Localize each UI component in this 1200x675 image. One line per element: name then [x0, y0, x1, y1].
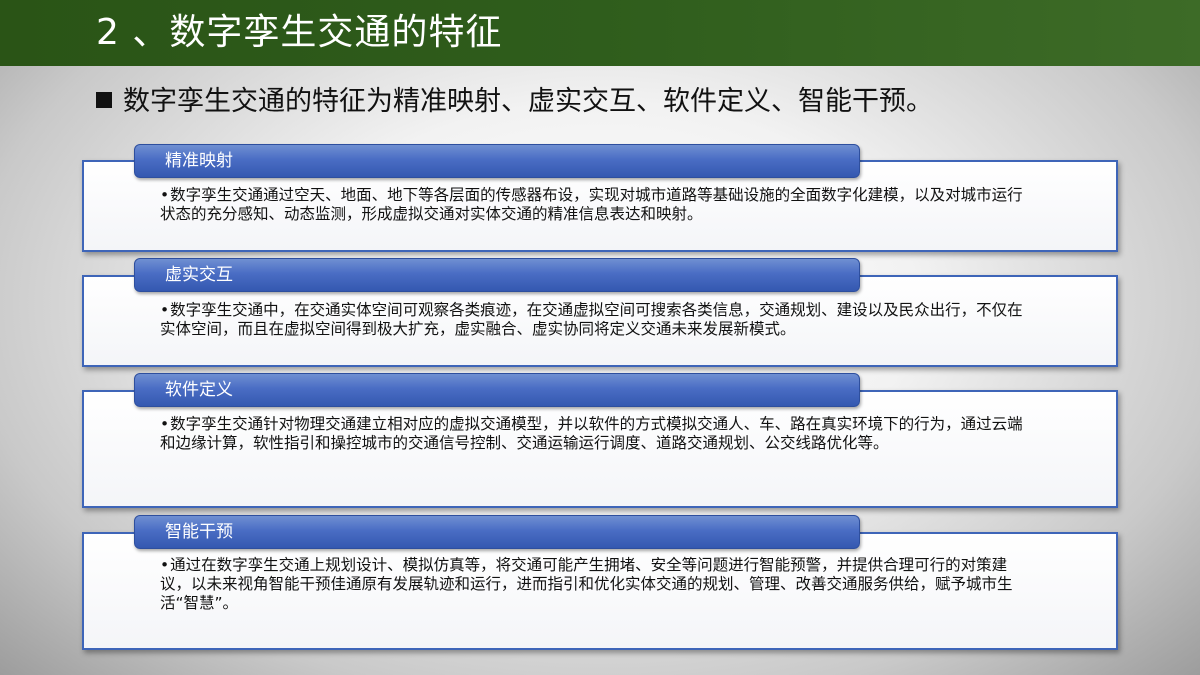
bullet-dot-icon: • [160, 186, 170, 204]
bullet-dot-icon: • [160, 301, 170, 319]
feature-label-intelligent-intervention: 智能干预 [134, 515, 860, 549]
slide-subtitle: 数字孪生交通的特征为精准映射、虚实交互、软件定义、智能干预。 [96, 80, 933, 124]
feature-text-virtual-real-interaction: •数字孪生交通中，在交通实体空间可观察各类痕迹，在交通虚拟空间可搜索各类信息，交… [160, 301, 1023, 338]
title-bar: 2 、数字孪生交通的特征 [0, 0, 1200, 66]
feature-text-precise-mapping: •数字孪生交通通过空天、地面、地下等各层面的传感器布设，实现对城市道路等基础设施… [160, 186, 1023, 223]
feature-label-precise-mapping: 精准映射 [134, 144, 860, 178]
slide-title: 2 、数字孪生交通的特征 [96, 12, 503, 53]
bullet-dot-icon: • [160, 415, 170, 433]
subtitle-text: 数字孪生交通的特征为精准映射、虚实交互、软件定义、智能干预。 [123, 86, 933, 117]
bullet-dot-icon: • [160, 556, 170, 574]
feature-text-intelligent-intervention: •通过在数字孪生交通上规划设计、模拟仿真等，将交通可能产生拥堵、安全等问题进行智… [160, 556, 1013, 612]
feature-label-software-defined: 软件定义 [134, 373, 860, 407]
square-bullet-icon [96, 92, 112, 108]
feature-text-software-defined: •数字孪生交通针对物理交通建立相对应的虚拟交通模型，并以软件的方式模拟交通人、车… [160, 415, 1023, 452]
feature-label-virtual-real-interaction: 虚实交互 [134, 258, 860, 292]
